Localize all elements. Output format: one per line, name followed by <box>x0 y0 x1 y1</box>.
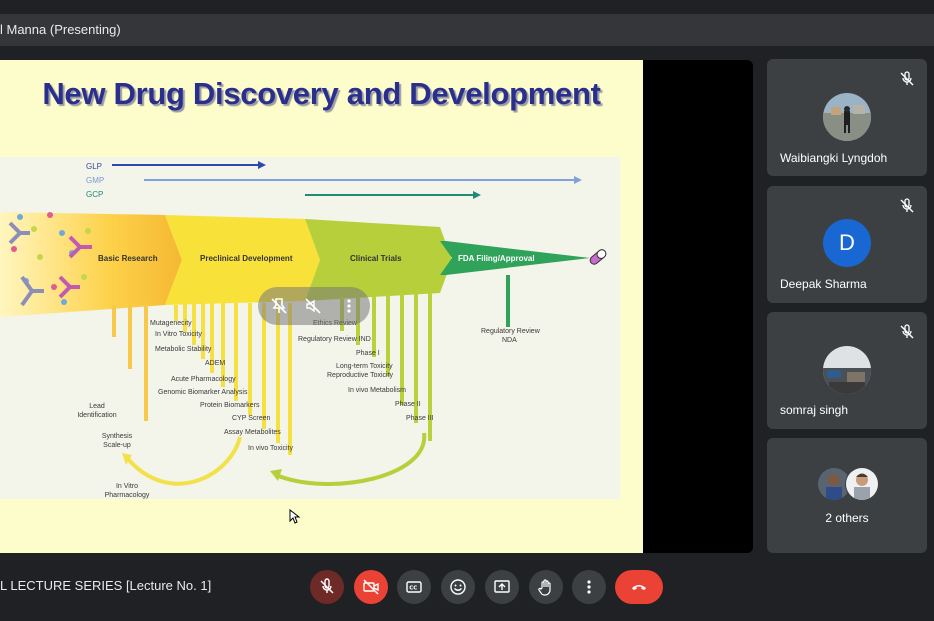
glp-label: GLP <box>86 162 102 171</box>
end-call-icon <box>632 585 646 590</box>
guideline-arrows: GLP GMP GCP <box>86 161 582 199</box>
fda-item-2: NDA <box>502 337 517 344</box>
captions-button[interactable]: CC <box>397 570 431 604</box>
stage-basic-research <box>0 212 182 317</box>
preclinical-item-8: CYP Screen <box>232 415 270 422</box>
avatar <box>845 467 879 501</box>
more-options-button[interactable] <box>572 570 606 604</box>
clinical-item-8: Phase III <box>406 415 434 422</box>
fda-drip <box>506 275 510 327</box>
emoji-button[interactable] <box>441 570 475 604</box>
presenter-label: l Manna (Presenting) <box>0 22 121 37</box>
present-screen-icon <box>494 580 510 593</box>
mic-toggle-button[interactable] <box>310 570 344 604</box>
basic-items-html: Lead Identification <box>77 403 117 419</box>
avatar <box>823 346 871 394</box>
stage-label-clinical: Clinical Trials <box>350 254 402 263</box>
captions-icon: CC <box>406 581 422 593</box>
stage-label-basic: Basic Research <box>98 254 158 263</box>
mic-off-icon <box>900 198 914 213</box>
preclinical-item-7: Protein Biomarkers <box>200 402 260 409</box>
preclinical-item-10: In vivo Toxicity <box>248 445 293 452</box>
preclinical-item-3: Metabolic Stability <box>155 346 212 353</box>
participant-name: Deepak Sharma <box>780 277 867 291</box>
present-button[interactable] <box>485 570 519 604</box>
top-strip <box>0 0 934 12</box>
pill-icon <box>589 249 607 265</box>
preclinical-item-9: Assay Metabolites <box>224 429 281 436</box>
clinical-item-2: Regulatory Review IND <box>298 336 371 343</box>
gcp-label: GCP <box>86 190 103 199</box>
others-count: 2 others <box>825 511 869 525</box>
mic-off-icon <box>900 71 914 86</box>
preclinical-item-4: ADEM <box>205 360 225 367</box>
clinical-item-3: Phase I <box>356 350 380 357</box>
basic-items-html-3: In Vitro Pharmacology <box>104 483 150 499</box>
clinical-item-list: Ethics Review Regulatory Review IND Phas… <box>298 320 434 422</box>
participant-tile-3[interactable]: somraj singh <box>767 312 927 429</box>
presentation-overlay-controls[interactable] <box>258 287 370 325</box>
basic-items-html-2: Synthesis Scale-up <box>101 433 133 449</box>
gmp-label: GMP <box>86 176 104 185</box>
participant-tile-1[interactable]: Waibiangki Lyngdoh <box>767 59 927 176</box>
unpin-icon[interactable] <box>270 297 288 315</box>
preclinical-item-6: Genomic Biomarker Analysis <box>158 389 248 396</box>
preclinical-item-1: Mutagenecity <box>150 320 192 327</box>
svg-text:CC: CC <box>409 586 417 592</box>
meeting-title: L LECTURE SERIES [Lecture No. 1] <box>0 578 212 593</box>
others-avatars <box>817 467 881 501</box>
presenter-bar: l Manna (Presenting) <box>0 14 934 46</box>
raise-hand-button[interactable] <box>529 570 563 604</box>
avatar <box>823 93 871 141</box>
stage-label-fda: FDA Filing/Approval <box>458 254 535 263</box>
feedback-arrow-yellow <box>126 436 242 486</box>
raise-hand-icon <box>538 579 551 596</box>
stage-label-preclinical: Preclinical Development <box>200 254 293 263</box>
mic-off-icon <box>900 324 914 339</box>
participant-tile-2[interactable]: D Deepak Sharma <box>767 186 927 303</box>
preclinical-item-2: In Vitro Toxicity <box>155 331 202 338</box>
others-tile[interactable]: 2 others <box>767 438 927 553</box>
clinical-item-4: Long-term Toxicity <box>336 363 393 370</box>
clinical-item-6: In vivo Metabolism <box>348 387 406 394</box>
fda-item-1: Regulatory Review <box>481 328 541 335</box>
mouse-cursor-icon <box>289 509 301 524</box>
avatar: D <box>823 219 871 267</box>
drug-discovery-diagram: GLP GMP GCP Basic Research Preclinical D… <box>0 157 620 499</box>
preclinical-item-5: Acute Pharmacology <box>171 376 236 383</box>
slide-title: New Drug Discovery and Development <box>42 76 601 111</box>
shared-slide: New Drug Discovery and Development GLP G… <box>0 60 643 553</box>
camera-toggle-button[interactable] <box>354 570 388 604</box>
mute-presentation-icon[interactable] <box>304 297 322 315</box>
more-options-icon <box>587 580 591 594</box>
emoji-icon <box>450 579 466 595</box>
mic-off-icon <box>320 578 334 594</box>
end-call-button[interactable] <box>615 570 663 604</box>
participant-name: somraj singh <box>780 403 849 417</box>
clinical-item-5: Reproductive Toxicity <box>327 372 394 379</box>
clinical-item-7: Phase II <box>395 401 421 408</box>
camera-off-icon <box>363 579 379 595</box>
feedback-arrow-green <box>275 432 427 486</box>
participant-name: Waibiangki Lyngdoh <box>780 151 888 165</box>
more-vert-icon[interactable] <box>340 297 358 315</box>
